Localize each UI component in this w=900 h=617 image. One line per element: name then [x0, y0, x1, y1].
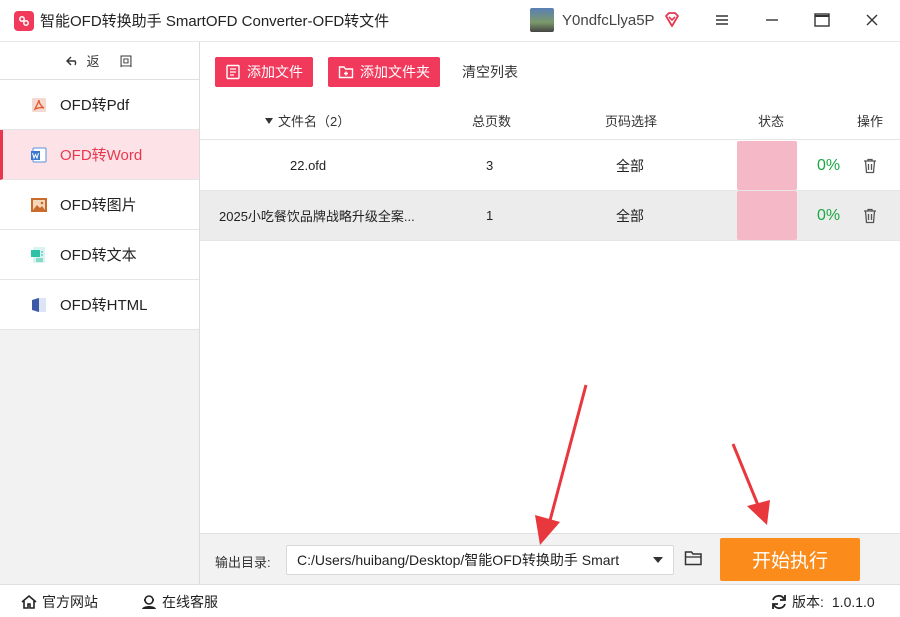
add-folder-button[interactable]: 添加文件夹 [328, 57, 440, 87]
sidebar-item-label: OFD转文本 [60, 247, 137, 264]
word-icon [31, 147, 47, 162]
html-icon [32, 297, 46, 312]
website-label: 官方网站 [42, 594, 98, 610]
sidebar-item-label: OFD转图片 [60, 197, 137, 214]
delete-button[interactable] [863, 191, 877, 240]
official-website-link[interactable]: 官方网站 [20, 592, 98, 612]
progress-percent: 0% [817, 156, 841, 174]
sidebar-item-pdf[interactable]: OFD转Pdf [0, 80, 199, 130]
file-list-empty-area [200, 241, 900, 533]
column-header-pages: 总页数 [472, 114, 512, 129]
output-dir-select[interactable]: C:/Users/huibang/Desktop/智能OFD转换助手 Smart [286, 545, 674, 575]
back-arrow-icon [66, 56, 77, 65]
menu-icon[interactable] [712, 10, 732, 30]
support-agent-icon [142, 595, 156, 609]
image-icon [31, 197, 47, 212]
sidebar-item-image[interactable]: OFD转图片 [0, 180, 199, 230]
close-icon[interactable] [862, 10, 882, 30]
table-header: 文件名（2） 总页数 页码选择 状态 操作 [200, 102, 900, 140]
sort-down-icon [265, 117, 273, 124]
file-name: 2025小吃餐饮品牌战略升级全案... [219, 209, 415, 224]
sidebar-item-html[interactable]: OFD转HTML [0, 280, 199, 330]
avatar[interactable] [530, 8, 554, 32]
table-row[interactable]: 22.ofd 3 全部 0% [200, 141, 900, 191]
pdf-icon [32, 97, 46, 112]
page-select-dropdown[interactable]: 全部 [616, 191, 644, 240]
table-row[interactable]: 2025小吃餐饮品牌战略升级全案... 1 全部 0% [200, 191, 900, 241]
sidebar-item-text[interactable]: OFD转文本 [0, 230, 199, 280]
minimize-icon[interactable] [762, 10, 782, 30]
back-button[interactable]: 返 回 [0, 42, 199, 80]
online-support-link[interactable]: 在线客服 [140, 592, 218, 612]
open-folder-icon[interactable] [684, 549, 704, 567]
file-name: 22.ofd [290, 158, 327, 173]
page-count: 1 [486, 208, 494, 223]
version-info[interactable]: 版本: 1.0.1.0 [770, 592, 875, 612]
output-bar: 输出目录: C:/Users/huibang/Desktop/智能OFD转换助手… [200, 533, 900, 584]
home-icon [21, 594, 37, 609]
version-number: 1.0.1.0 [831, 594, 875, 610]
text-icon [31, 246, 45, 263]
add-file-icon [226, 64, 240, 80]
clear-list-button[interactable]: 清空列表 [462, 62, 518, 82]
column-header-name[interactable]: 文件名（2） [264, 102, 350, 139]
app-logo-icon [14, 10, 34, 31]
chevron-down-icon [653, 557, 663, 563]
sidebar-item-word[interactable]: OFD转Word [0, 130, 199, 180]
toolbar: 添加文件 添加文件夹 清空列表 [200, 42, 900, 102]
add-folder-label: 添加文件夹 [360, 64, 430, 80]
output-dir-label: 输出目录: [215, 555, 271, 570]
version-label: 版本: [792, 594, 824, 610]
maximize-icon[interactable] [812, 10, 832, 30]
title-bar: 智能OFD转换助手 SmartOFD Converter-OFD转文件 Y0nd… [0, 0, 900, 42]
sidebar-item-label: OFD转HTML [60, 297, 148, 314]
back-label-2: 回 [119, 54, 133, 69]
app-title: 智能OFD转换助手 SmartOFD Converter-OFD转文件 [40, 13, 390, 30]
add-file-button[interactable]: 添加文件 [215, 57, 313, 87]
column-header-action: 操作 [857, 114, 884, 129]
sidebar-item-label: OFD转Pdf [60, 97, 130, 114]
trash-icon [864, 158, 876, 173]
add-file-label: 添加文件 [247, 64, 303, 80]
vip-diamond-icon[interactable] [663, 11, 681, 29]
column-header-name-label: 文件名（2） [278, 114, 351, 129]
output-dir-path: C:/Users/huibang/Desktop/智能OFD转换助手 Smart [297, 552, 620, 568]
sidebar-item-label: OFD转Word [60, 147, 143, 164]
sidebar: 返 回 OFD转Pdf OFD转Word OFD转图片 OFD转文本 OFD转H… [0, 42, 200, 584]
refresh-icon [772, 594, 786, 610]
progress-percent: 0% [817, 206, 841, 224]
start-button[interactable]: 开始执行 [720, 538, 860, 581]
page-select-dropdown[interactable]: 全部 [616, 141, 644, 190]
back-label: 返 [86, 54, 100, 69]
username[interactable]: Y0ndfcLlya5P [562, 12, 655, 29]
add-folder-icon [338, 66, 354, 79]
support-label: 在线客服 [162, 594, 218, 610]
delete-button[interactable] [863, 141, 877, 190]
user-area[interactable]: Y0ndfcLlya5P [530, 8, 681, 32]
column-header-status: 状态 [758, 114, 785, 129]
column-header-page-select: 页码选择 [605, 114, 658, 129]
status-bar: 官方网站 在线客服 版本: 1.0.1.0 [0, 584, 900, 617]
page-count: 3 [486, 158, 494, 173]
trash-icon [864, 208, 876, 223]
